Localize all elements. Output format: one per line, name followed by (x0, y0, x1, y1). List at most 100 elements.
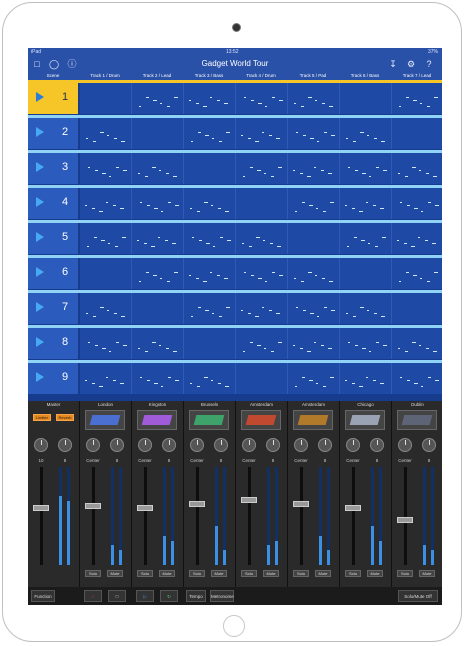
pattern-cell[interactable] (184, 153, 236, 184)
pattern-cell[interactable] (80, 293, 132, 324)
track-header[interactable]: Track 3 / Bass (184, 73, 234, 78)
help-icon[interactable]: ? (424, 59, 434, 69)
pattern-cell[interactable] (340, 293, 392, 324)
reverb-knob[interactable] (58, 438, 72, 452)
pattern-cell[interactable] (340, 153, 392, 184)
pattern-cell[interactable] (340, 223, 392, 254)
pattern-cell[interactable] (236, 328, 288, 359)
pattern-cell[interactable] (392, 363, 442, 394)
pattern-cell[interactable] (392, 83, 442, 114)
pattern-cell[interactable] (132, 223, 184, 254)
pattern-cell[interactable] (288, 153, 340, 184)
track-header[interactable]: Track 4 / Drum (236, 73, 286, 78)
gadget-thumbnail[interactable] (85, 410, 125, 430)
pattern-cell[interactable] (288, 83, 340, 114)
send-knob[interactable] (266, 438, 280, 452)
play-icon[interactable]: ▷ (136, 590, 154, 602)
pattern-cell[interactable] (340, 328, 392, 359)
send-knob[interactable] (110, 438, 124, 452)
gear-icon[interactable]: ⚙ (406, 59, 416, 69)
scene-launch-button[interactable]: 5 (28, 223, 78, 254)
pattern-cell[interactable] (392, 188, 442, 219)
scene-launch-button[interactable]: 7 (28, 293, 78, 324)
mute-button[interactable]: Mute (211, 570, 227, 577)
gadget-thumbnail[interactable] (189, 410, 229, 430)
pattern-cell[interactable] (288, 293, 340, 324)
pattern-cell[interactable] (340, 188, 392, 219)
pattern-cell[interactable] (236, 83, 288, 114)
pattern-cell[interactable] (132, 153, 184, 184)
solo-button[interactable]: Solo (345, 570, 361, 577)
pattern-cell[interactable] (392, 328, 442, 359)
scene-launch-button[interactable]: 4 (28, 188, 78, 219)
pan-knob[interactable] (138, 438, 152, 452)
mute-button[interactable]: Mute (107, 570, 123, 577)
export-icon[interactable]: ↧ (388, 59, 398, 69)
solo-button[interactable]: Solo (241, 570, 257, 577)
scene-launch-button[interactable]: 3 (28, 153, 78, 184)
pan-knob[interactable] (294, 438, 308, 452)
mute-button[interactable]: Mute (159, 570, 175, 577)
pattern-cell[interactable] (392, 153, 442, 184)
pattern-cell[interactable] (340, 83, 392, 114)
solo-button[interactable]: Solo (189, 570, 205, 577)
pattern-cell[interactable] (80, 153, 132, 184)
volume-fader[interactable] (345, 505, 361, 511)
pattern-cell[interactable] (288, 223, 340, 254)
volume-fader[interactable] (241, 497, 257, 503)
pattern-cell[interactable] (236, 223, 288, 254)
pattern-cell[interactable] (184, 188, 236, 219)
send-knob[interactable] (318, 438, 332, 452)
pattern-cell[interactable] (132, 188, 184, 219)
record-icon[interactable]: ○ (84, 590, 102, 602)
track-header[interactable]: Track 1 / Drum (80, 73, 130, 78)
volume-fader[interactable] (397, 517, 413, 523)
volume-fader[interactable] (189, 501, 205, 507)
master-fader[interactable] (33, 505, 49, 511)
track-header[interactable]: Track 2 / Lead (132, 73, 182, 78)
send-knob[interactable] (214, 438, 228, 452)
mute-button[interactable]: Mute (263, 570, 279, 577)
pan-knob[interactable] (86, 438, 100, 452)
pattern-cell[interactable] (184, 258, 236, 289)
scene-launch-button[interactable]: 9 (28, 363, 78, 394)
solo-mute-off-button[interactable]: Solo/Mute Off (398, 590, 438, 602)
pattern-cell[interactable] (236, 258, 288, 289)
pattern-cell[interactable] (132, 293, 184, 324)
pattern-cell[interactable] (80, 83, 132, 114)
track-header[interactable]: Track 6 / Bass (340, 73, 390, 78)
pattern-cell[interactable] (132, 363, 184, 394)
home-button[interactable] (223, 615, 245, 637)
scene-launch-button[interactable]: 8 (28, 328, 78, 359)
pattern-cell[interactable] (236, 188, 288, 219)
track-header[interactable]: Track 7 / Lead (392, 73, 442, 78)
metronome-button[interactable]: Metronome (210, 590, 234, 602)
pattern-cell[interactable] (80, 328, 132, 359)
pattern-cell[interactable] (80, 223, 132, 254)
stop-icon[interactable]: □ (108, 590, 126, 602)
pattern-cell[interactable] (288, 328, 340, 359)
pattern-cell[interactable] (288, 188, 340, 219)
send-knob[interactable] (162, 438, 176, 452)
pan-knob[interactable] (242, 438, 256, 452)
pattern-cell[interactable] (132, 118, 184, 149)
gadget-thumbnail[interactable] (241, 410, 281, 430)
pattern-cell[interactable] (392, 118, 442, 149)
loop-icon[interactable]: ↻ (160, 590, 178, 602)
mute-button[interactable]: Mute (367, 570, 383, 577)
pattern-cell[interactable] (392, 223, 442, 254)
pattern-cell[interactable] (236, 153, 288, 184)
pattern-cell[interactable] (80, 188, 132, 219)
pattern-cell[interactable] (340, 363, 392, 394)
pattern-cell[interactable] (184, 363, 236, 394)
pattern-cell[interactable] (288, 363, 340, 394)
limiter-button[interactable]: Limiter (33, 414, 51, 421)
gadget-thumbnail[interactable] (137, 410, 177, 430)
volume-fader[interactable] (293, 501, 309, 507)
solo-button[interactable]: Solo (137, 570, 153, 577)
pattern-cell[interactable] (236, 363, 288, 394)
solo-button[interactable]: Solo (397, 570, 413, 577)
send-knob[interactable] (422, 438, 436, 452)
pattern-cell[interactable] (80, 258, 132, 289)
volume-fader[interactable] (85, 503, 101, 509)
